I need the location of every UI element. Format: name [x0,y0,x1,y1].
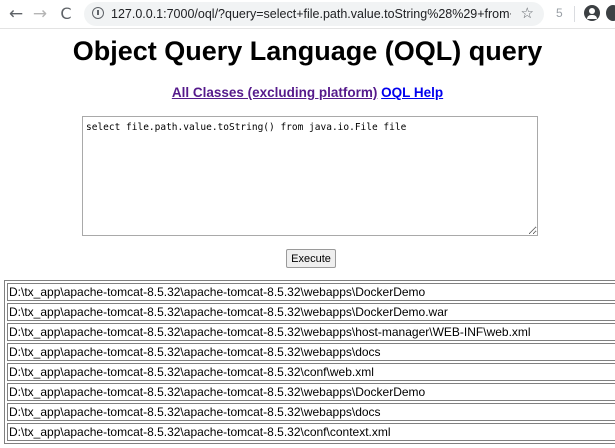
execute-button[interactable]: Execute [286,249,336,268]
table-row: D:\tx_app\apache-tomcat-8.5.32\apache-to… [7,403,615,421]
result-cell: D:\tx_app\apache-tomcat-8.5.32\apache-to… [7,403,615,421]
table-row: D:\tx_app\apache-tomcat-8.5.32\apache-to… [7,343,615,361]
result-cell: D:\tx_app\apache-tomcat-8.5.32\apache-to… [7,303,615,321]
table-row: D:\tx_app\apache-tomcat-8.5.32\apache-to… [7,283,615,301]
profile-icon[interactable] [606,5,615,21]
result-cell: D:\tx_app\apache-tomcat-8.5.32\apache-to… [7,383,615,401]
account-icon[interactable] [584,5,600,21]
table-row: D:\tx_app\apache-tomcat-8.5.32\apache-to… [7,423,615,441]
bookmark-star-icon[interactable]: ☆ [521,4,534,22]
all-classes-link[interactable]: All Classes (excluding platform) [172,85,378,100]
result-cell: D:\tx_app\apache-tomcat-8.5.32\apache-to… [7,343,615,361]
oql-help-link[interactable]: OQL Help [381,85,443,100]
result-cell: D:\tx_app\apache-tomcat-8.5.32\apache-to… [7,423,615,441]
query-input[interactable]: select file.path.value.toString() from j… [82,116,538,236]
url-text[interactable]: 127.0.0.1:7000/oql/?query=select+file.pa… [111,6,511,22]
toolbar-divider [574,6,575,22]
nav-links: All Classes (excluding platform) OQL Hel… [0,85,615,100]
address-bar[interactable]: 127.0.0.1:7000/oql/?query=select+file.pa… [84,2,544,26]
result-cell: D:\tx_app\apache-tomcat-8.5.32\apache-to… [7,283,615,301]
result-cell: D:\tx_app\apache-tomcat-8.5.32\apache-to… [7,323,615,341]
result-cell: D:\tx_app\apache-tomcat-8.5.32\apache-to… [7,363,615,381]
results-table: D:\tx_app\apache-tomcat-8.5.32\apache-to… [4,280,615,444]
table-row: D:\tx_app\apache-tomcat-8.5.32\apache-to… [7,323,615,341]
info-icon[interactable] [92,7,104,19]
table-row: D:\tx_app\apache-tomcat-8.5.32\apache-to… [7,383,615,401]
forward-arrow-icon[interactable]: → [30,4,50,24]
page-title: Object Query Language (OQL) query [72,36,543,66]
browser-toolbar: ← → C 127.0.0.1:7000/oql/?query=select+f… [0,0,615,29]
reload-icon[interactable]: C [56,4,76,24]
table-row: D:\tx_app\apache-tomcat-8.5.32\apache-to… [7,303,615,321]
table-row: D:\tx_app\apache-tomcat-8.5.32\apache-to… [7,363,615,381]
back-arrow-icon[interactable]: ← [6,4,26,24]
extension-icon[interactable]: 5 [556,6,563,20]
